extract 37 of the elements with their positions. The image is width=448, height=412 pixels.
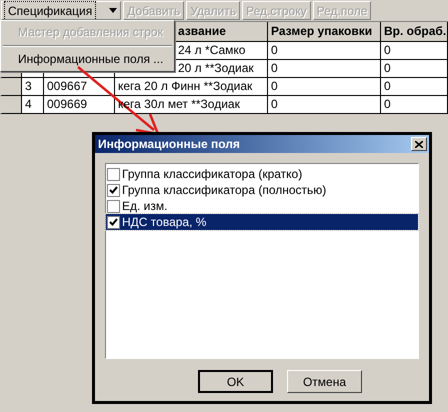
- checkbox[interactable]: [107, 200, 120, 212]
- toolbar-button[interactable]: Спецификация: [1, 1, 122, 20]
- item-label: Группа классификатора (полностью): [122, 182, 326, 199]
- dialog-button[interactable]: Отмена: [287, 370, 362, 393]
- column-header[interactable]: Вр. обраб.: [381, 22, 448, 42]
- table-cell: кега 20 л Финн **Зодиак: [115, 78, 268, 96]
- row-header[interactable]: [0, 78, 22, 96]
- table-cell: 0: [381, 96, 448, 114]
- item-label: Группа классификатора (кратко): [122, 166, 302, 183]
- table-cell: 4: [22, 96, 44, 114]
- table-cell: 0: [381, 42, 448, 60]
- table-cell: 0: [268, 78, 381, 96]
- item-label: Ед. изм.: [122, 198, 168, 215]
- list-item[interactable]: Ед. изм.: [106, 198, 418, 214]
- checkmark-icon: [109, 186, 118, 194]
- list-item[interactable]: Группа классификатора (полностью): [106, 182, 418, 198]
- table-cell: 3: [22, 78, 44, 96]
- table-cell: 0: [268, 96, 381, 114]
- checkmark-icon: [109, 218, 118, 226]
- table-cell: 0: [381, 60, 448, 78]
- checkbox[interactable]: [107, 168, 120, 180]
- column-header[interactable]: Размер упаковки: [268, 22, 381, 42]
- checkbox[interactable]: [107, 184, 120, 196]
- close-icon: [415, 140, 423, 148]
- dialog-title: Информационные поля: [97, 136, 240, 153]
- table-cell: 0: [268, 60, 381, 78]
- table-cell: 0: [268, 42, 381, 60]
- checkbox[interactable]: [107, 216, 120, 228]
- list-item[interactable]: НДС товара, %: [106, 214, 418, 230]
- close-button[interactable]: [411, 137, 427, 151]
- table-cell: 009667: [44, 78, 115, 96]
- item-label: НДС товара, %: [122, 214, 206, 231]
- row-header[interactable]: [0, 96, 22, 114]
- list-item[interactable]: Группа классификатора (кратко): [106, 166, 418, 182]
- dialog-button[interactable]: OK: [198, 370, 273, 393]
- table-cell: 0: [381, 78, 448, 96]
- table-cell: 009669: [44, 96, 115, 114]
